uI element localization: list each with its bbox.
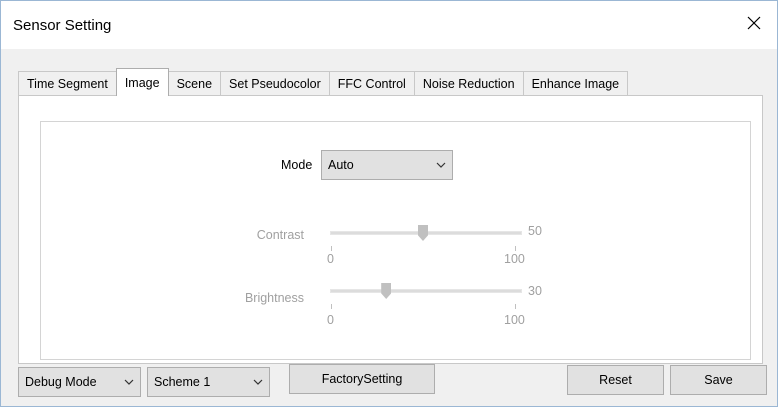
tab-set-pseudocolor[interactable]: Set Pseudocolor [220,71,330,96]
sensor-setting-dialog: Sensor Setting Time Segment Image Scene … [0,0,778,407]
scheme-value: Scheme 1 [154,375,211,389]
mode-label: Mode [281,158,313,172]
brightness-min-tick [331,304,332,309]
brightness-slider-thumb[interactable] [381,283,392,299]
mode-select-value: Auto [328,158,354,172]
chevron-down-icon [124,379,134,385]
brightness-max-label: 100 [504,313,525,327]
chevron-down-icon [436,162,446,168]
tab-image[interactable]: Image [115,68,169,96]
tab-strip: Time Segment Image Scene Set Pseudocolor… [18,68,629,96]
contrast-value: 50 [528,224,542,238]
tab-enhance-image[interactable]: Enhance Image [522,71,629,96]
tab-time-segment[interactable]: Time Segment [18,71,117,96]
debug-mode-value: Debug Mode [25,375,97,389]
brightness-max-tick [515,304,516,309]
brightness-label: Brightness [244,291,304,305]
scheme-select[interactable]: Scheme 1 [147,367,270,397]
brightness-value: 30 [528,284,542,298]
reset-button[interactable]: Reset [567,365,664,395]
brightness-min-label: 0 [327,313,334,327]
image-tab-panel: Mode Auto Contrast 0 100 50 Brightness 0 [18,95,763,364]
factory-setting-button[interactable]: FactorySetting [289,364,435,394]
close-icon [747,16,761,30]
image-settings-group: Mode Auto Contrast 0 100 50 Brightness 0 [40,121,751,360]
contrast-label: Contrast [256,228,304,242]
title-bar: Sensor Setting [1,1,777,49]
close-button[interactable] [731,1,777,45]
contrast-max-tick [515,246,516,251]
contrast-min-tick [331,246,332,251]
dialog-title: Sensor Setting [13,17,112,34]
save-button[interactable]: Save [670,365,767,395]
debug-mode-select[interactable]: Debug Mode [18,367,141,397]
tab-scene[interactable]: Scene [167,71,222,96]
contrast-min-label: 0 [327,252,334,266]
brightness-slider-track[interactable] [330,289,522,293]
tab-noise-reduction[interactable]: Noise Reduction [413,71,524,96]
tab-ffc-control[interactable]: FFC Control [328,71,415,96]
contrast-max-label: 100 [504,252,525,266]
mode-select[interactable]: Auto [321,150,453,180]
chevron-down-icon [253,379,263,385]
contrast-slider-thumb[interactable] [418,225,428,241]
